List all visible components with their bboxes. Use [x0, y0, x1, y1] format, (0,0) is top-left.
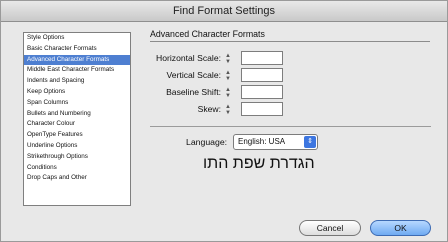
chevron-up-down-icon: ⇕	[304, 136, 316, 148]
horizontal-scale-stepper[interactable]: ▲ ▼	[224, 53, 232, 65]
sidebar-item-conditions[interactable]: Conditions	[24, 163, 130, 174]
find-format-settings-dialog: Find Format Settings Style Options Basic…	[0, 0, 448, 242]
sidebar-item-opentype-features[interactable]: OpenType Features	[24, 130, 130, 141]
cancel-button[interactable]: Cancel	[299, 220, 361, 236]
sidebar-item-character-colour[interactable]: Character Colour	[24, 119, 130, 130]
language-select[interactable]: English: USA ⇕	[233, 134, 318, 150]
language-label: Language:	[186, 137, 228, 147]
horizontal-scale-row: Horizontal Scale: ▲ ▼	[141, 51, 341, 67]
language-select-value: English: USA	[238, 137, 286, 146]
window-title: Find Format Settings	[1, 1, 447, 22]
sidebar-item-style-options[interactable]: Style Options	[24, 33, 130, 44]
vertical-scale-stepper[interactable]: ▲ ▼	[224, 70, 232, 82]
hebrew-language-caption: הגדרת שפת התו	[203, 155, 315, 172]
sidebar-item-underline-options[interactable]: Underline Options	[24, 141, 130, 152]
baseline-shift-input[interactable]	[241, 85, 283, 99]
section-title: Advanced Character Formats	[150, 29, 265, 39]
sidebar-item-span-columns[interactable]: Span Columns	[24, 98, 130, 109]
ok-button[interactable]: OK	[370, 220, 431, 236]
baseline-shift-label: Baseline Shift:	[166, 87, 221, 97]
sidebar-item-strikethrough-options[interactable]: Strikethrough Options	[24, 152, 130, 163]
vertical-scale-input[interactable]	[241, 68, 283, 82]
sidebar-item-advanced-character-formats[interactable]: Advanced Character Formats	[24, 54, 130, 66]
sidebar-item-indents-and-spacing[interactable]: Indents and Spacing	[24, 76, 130, 87]
skew-input[interactable]	[241, 102, 283, 116]
sidebar-item-drop-caps-and-other[interactable]: Drop Caps and Other	[24, 173, 130, 184]
sidebar-item-bullets-and-numbering[interactable]: Bullets and Numbering	[24, 109, 130, 120]
section-divider-lower	[150, 126, 431, 127]
settings-category-list[interactable]: Style Options Basic Character Formats Ad…	[23, 32, 131, 206]
horizontal-scale-label: Horizontal Scale:	[156, 53, 221, 63]
baseline-shift-stepper[interactable]: ▲ ▼	[224, 87, 232, 99]
baseline-shift-row: Baseline Shift: ▲ ▼	[141, 85, 341, 101]
sidebar-item-keep-options[interactable]: Keep Options	[24, 87, 130, 98]
skew-row: Skew: ▲ ▼	[141, 102, 341, 118]
section-divider	[150, 41, 430, 42]
vertical-scale-label: Vertical Scale:	[166, 70, 221, 80]
skew-stepper[interactable]: ▲ ▼	[224, 104, 232, 116]
vertical-scale-row: Vertical Scale: ▲ ▼	[141, 68, 341, 84]
sidebar-item-basic-character-formats[interactable]: Basic Character Formats	[24, 44, 130, 55]
skew-label: Skew:	[197, 104, 221, 114]
horizontal-scale-input[interactable]	[241, 51, 283, 65]
sidebar-item-middle-east-character-formats[interactable]: Middle East Character Formats	[24, 65, 130, 76]
